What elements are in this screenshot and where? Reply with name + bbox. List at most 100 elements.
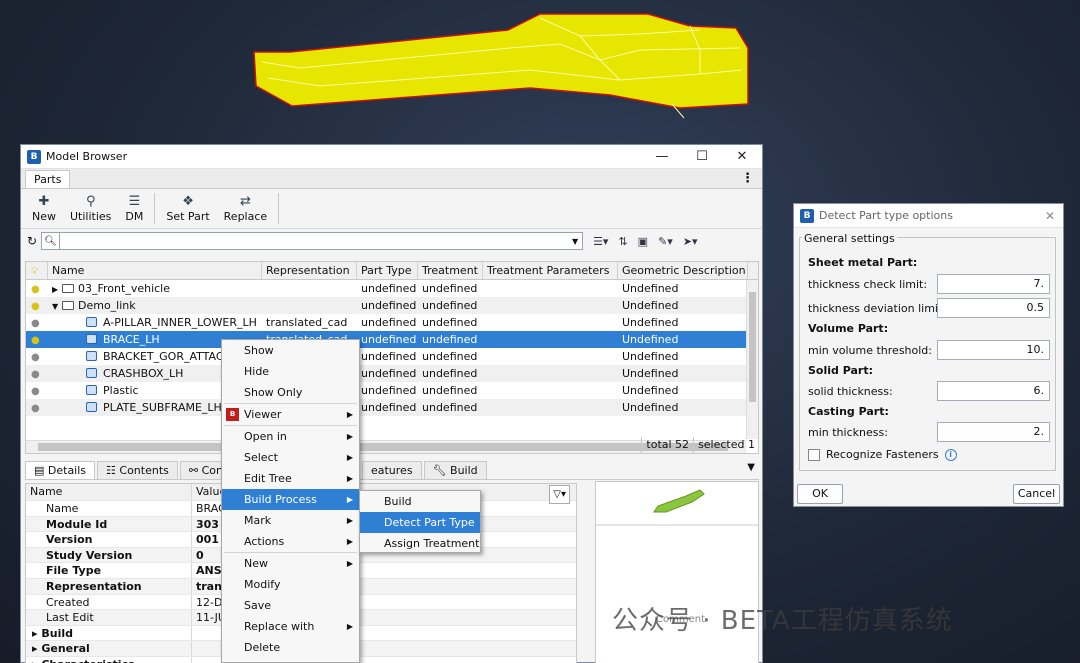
collapse-arrow-icon[interactable]: ▼ [52,298,62,314]
row-geo: Undefined [622,384,679,397]
filter-icon[interactable]: ▽▾ [549,485,570,504]
submenu-item-build[interactable]: Build [360,491,480,512]
visibility-bulb-icon[interactable]: ● [31,318,40,329]
chevron-down-icon[interactable]: ▼ [747,462,755,473]
thickness-deviation-input[interactable]: 0.5 [937,298,1050,318]
tree-row[interactable]: ● ▶ 03_Front_vehicle undefined undefined … [26,280,758,297]
col-geometric-description[interactable]: Geometric Description [618,262,748,279]
row-geo: Undefined [622,401,679,414]
utilities-button[interactable]: ⚲ Utilities [63,189,118,228]
filter-list-icon[interactable]: ☰▾ [593,235,608,248]
menu-item-build-process[interactable]: Build Process ▶ [222,489,359,510]
tree-row[interactable]: ● BRACKET_GOR_ATTACH undefined undefined… [26,348,758,365]
pen-icon[interactable]: ✎▾ [658,235,673,248]
visibility-bulb-icon[interactable]: ● [31,403,40,414]
visibility-bulb-icon[interactable]: ● [31,369,40,380]
menu-item-replace-with[interactable]: Replace with ▶ [222,616,359,637]
prop-key: Last Edit [26,610,192,625]
recognize-fasteners-checkbox[interactable]: Recognize Fasteners i [808,448,957,461]
expand-arrow-icon[interactable]: ▸ [32,642,41,655]
minimize-icon[interactable]: — [642,149,682,164]
scroll-thumb[interactable] [749,292,756,402]
col-name[interactable]: Name [48,262,262,279]
menu-item-modify[interactable]: Modify [222,574,359,595]
search-input[interactable] [60,234,569,248]
search-icon[interactable]: 🔍︎ [42,233,61,249]
tab-parts[interactable]: Parts [25,170,71,188]
submenu-item-detect-part-type[interactable]: Detect Part Type [360,512,480,533]
maximize-icon[interactable]: ☐ [682,149,722,164]
menu-item-open-in[interactable]: Open in ▶ [222,426,359,447]
tree-row[interactable]: ● PLATE_SUBFRAME_LH undefined undefined … [26,399,758,416]
row-params [483,297,618,314]
menu-item-actions[interactable]: Actions ▶ [222,531,359,552]
tab-details[interactable]: ▤ Details [25,461,96,479]
sort-icon[interactable]: ⇅ [618,235,627,248]
more-options-icon[interactable]: ⋮ [741,171,754,186]
menu-item-new[interactable]: New ▶ [222,553,359,574]
tree-vertical-scrollbar[interactable] [746,280,758,439]
replace-button[interactable]: ⇄ Replace [217,189,275,228]
expand-arrow-icon[interactable]: ▸ [32,658,41,663]
cursor-icon[interactable]: ➤▾ [683,235,698,248]
visibility-header-icon[interactable]: 💡︎ [26,262,48,279]
thickness-check-label: thickness check limit: [808,278,928,291]
col-treatment[interactable]: Treatment [418,262,483,279]
menu-item-save[interactable]: Save [222,595,359,616]
visibility-bulb-icon[interactable]: ● [31,301,40,312]
visibility-bulb-icon[interactable]: ● [31,284,40,295]
thickness-check-input[interactable]: 7. [937,274,1050,294]
menu-item-edit-tree[interactable]: Edit Tree ▶ [222,468,359,489]
prop-key: Version [26,532,192,547]
close-icon[interactable]: ✕ [722,149,762,164]
close-icon[interactable]: ✕ [1045,209,1055,223]
dm-button[interactable]: ☰ DM [118,189,150,228]
tree-row[interactable]: ● CRASHBOX_LH undefined undefined Undefi… [26,365,758,382]
submenu-item-assign-treatment[interactable]: Assign Treatment [360,533,480,554]
refresh-icon[interactable]: ↻ [27,234,37,248]
prop-key: File Type [26,563,192,578]
tree-row[interactable]: ● Plastic undefined undefined Undefined [26,382,758,399]
col-part-type[interactable]: Part Type [357,262,418,279]
row-geo: Undefined [622,367,679,380]
search-history-dropdown[interactable]: ▼ [568,237,582,246]
expand-arrow-icon[interactable]: ▶ [52,281,62,297]
col-representation[interactable]: Representation [262,262,357,279]
visibility-bulb-icon[interactable]: ● [31,386,40,397]
visibility-bulb-icon[interactable]: ● [31,352,40,363]
tree-row-selected[interactable]: ● BRACE_LH translated_cad undefined unde… [26,331,758,348]
menu-item-hide[interactable]: Hide [222,361,359,382]
row-params [483,399,618,416]
tab-contents-label: Contents [119,464,169,477]
tree-row[interactable]: ● ▼ Demo_link undefined undefined Undefin… [26,297,758,314]
tab-features[interactable]: eatures [361,461,422,479]
solid-thickness-input[interactable]: 6. [937,381,1050,401]
cancel-button[interactable]: Cancel [1013,484,1060,504]
tab-build[interactable]: 🔧︎ Build [423,461,487,479]
part-3d-view[interactable] [0,0,1080,140]
col-treatment-params[interactable]: Treatment Parameters [483,262,618,279]
menu-item-mark[interactable]: Mark ▶ [222,510,359,531]
menu-item-show-only[interactable]: Show Only [222,382,359,403]
row-part-type: undefined [361,384,417,397]
visibility-bulb-icon[interactable]: ● [31,335,40,346]
menu-item-show[interactable]: Show [222,340,359,361]
dm-label: DM [125,210,144,223]
ok-button[interactable]: OK [797,484,843,504]
menu-item-viewer[interactable]: B Viewer ▶ [222,404,359,425]
tree-row[interactable]: ● A-PILLAR_INNER_LOWER_LH translated_cad… [26,314,758,331]
checkbox-box[interactable] [808,448,820,461]
set-part-button[interactable]: ❖ Set Part [159,189,216,228]
new-button[interactable]: ✚ New [25,189,63,228]
min-thickness-label: min thickness: [808,426,888,439]
expand-arrow-icon[interactable]: ▸ [32,627,41,640]
info-icon[interactable]: i [944,448,957,461]
menu-item-select[interactable]: Select ▶ [222,447,359,468]
min-thickness-input[interactable]: 2. [937,422,1050,442]
menu-item-delete[interactable]: Delete [222,637,359,658]
submenu-arrow-icon: ▶ [346,495,353,504]
search-box[interactable]: 🔍︎ ▼ [41,232,584,250]
columns-icon[interactable]: ▣ [638,235,648,248]
tab-contents[interactable]: ☷ Contents [97,461,178,479]
min-volume-input[interactable]: 10. [937,340,1050,360]
